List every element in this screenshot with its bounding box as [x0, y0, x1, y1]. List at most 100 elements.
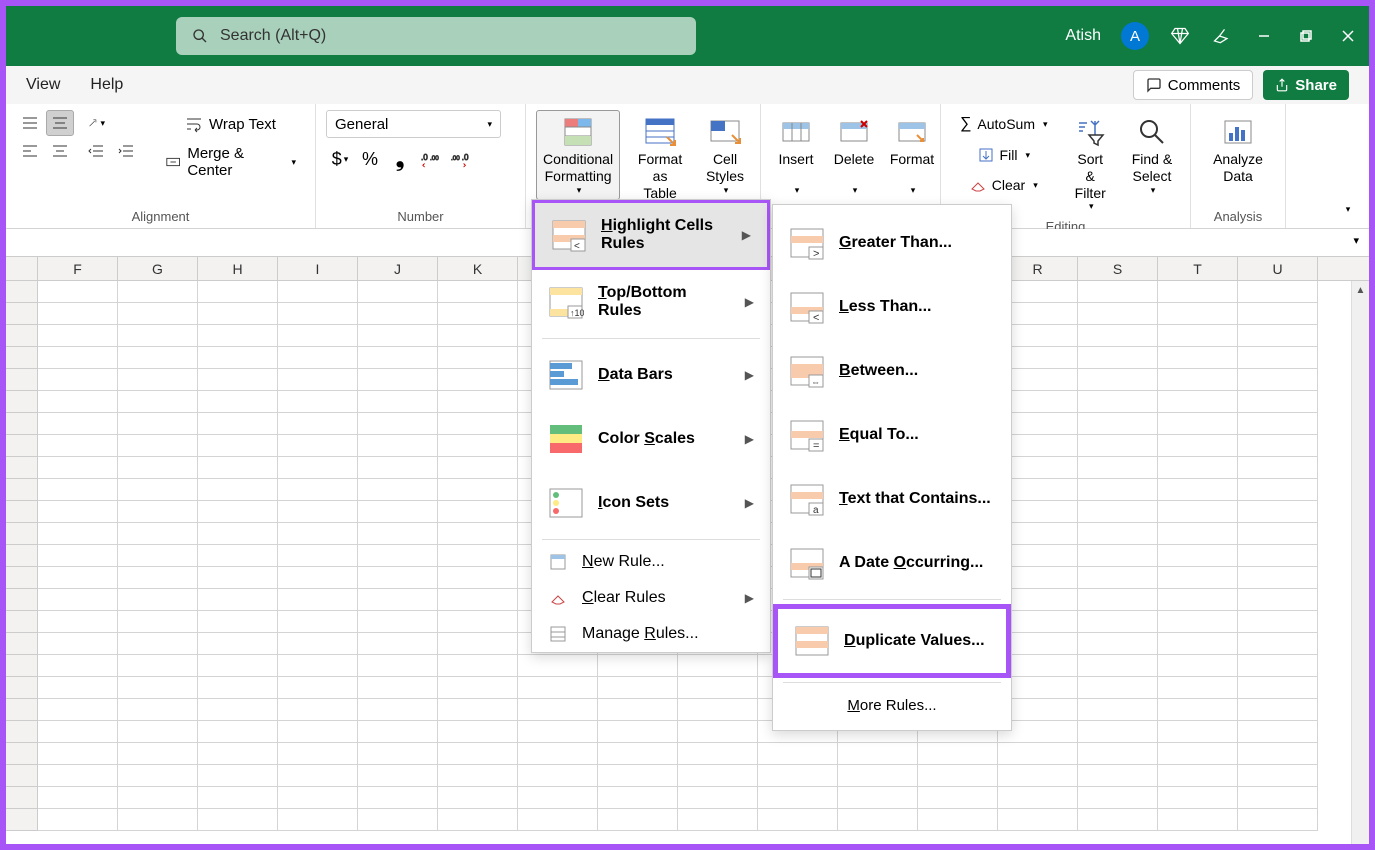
cell[interactable] — [118, 765, 198, 787]
decrease-indent-button[interactable] — [82, 138, 110, 164]
cell[interactable] — [438, 699, 518, 721]
cell[interactable] — [358, 699, 438, 721]
cell[interactable] — [38, 611, 118, 633]
cell[interactable] — [1078, 457, 1158, 479]
row-header[interactable] — [6, 633, 38, 655]
cell[interactable] — [678, 655, 758, 677]
cell[interactable] — [358, 567, 438, 589]
cell[interactable] — [118, 545, 198, 567]
cell[interactable] — [358, 369, 438, 391]
cell[interactable] — [278, 545, 358, 567]
cell[interactable] — [358, 413, 438, 435]
row-header[interactable] — [6, 303, 38, 325]
cell[interactable] — [678, 699, 758, 721]
manage-rules-item[interactable]: Manage Rules... — [532, 616, 770, 652]
cell[interactable] — [438, 611, 518, 633]
cell[interactable] — [1238, 457, 1318, 479]
cell-styles-button[interactable]: Cell Styles▾ — [700, 110, 750, 200]
cell[interactable] — [358, 721, 438, 743]
cell[interactable] — [1238, 633, 1318, 655]
cell[interactable] — [1238, 589, 1318, 611]
diamond-icon[interactable] — [1169, 25, 1191, 47]
cell[interactable] — [598, 765, 678, 787]
cell[interactable] — [1078, 677, 1158, 699]
cell[interactable] — [1238, 809, 1318, 831]
cell[interactable] — [918, 765, 998, 787]
cell[interactable] — [918, 743, 998, 765]
cell[interactable] — [198, 721, 278, 743]
cell[interactable] — [1238, 787, 1318, 809]
equal-to-item[interactable]: = Equal To... — [773, 403, 1011, 467]
cell[interactable] — [678, 809, 758, 831]
cell[interactable] — [1078, 809, 1158, 831]
delete-button[interactable]: Delete▾ — [829, 110, 879, 200]
color-scales-item[interactable]: Color Scales ▶ — [532, 407, 770, 471]
cell[interactable] — [278, 369, 358, 391]
cell[interactable] — [358, 347, 438, 369]
cell[interactable] — [278, 655, 358, 677]
cell[interactable] — [438, 501, 518, 523]
cell[interactable] — [1078, 347, 1158, 369]
cell[interactable] — [118, 303, 198, 325]
row-header[interactable] — [6, 677, 38, 699]
cell[interactable] — [1158, 391, 1238, 413]
cell[interactable] — [1238, 567, 1318, 589]
sort-filter-button[interactable]: Sort & Filter▾ — [1065, 110, 1116, 217]
cell[interactable] — [438, 787, 518, 809]
cell[interactable] — [438, 457, 518, 479]
cell[interactable] — [198, 611, 278, 633]
row-header[interactable] — [6, 347, 38, 369]
col-header[interactable]: T — [1158, 257, 1238, 280]
cell[interactable] — [38, 677, 118, 699]
cell[interactable] — [438, 633, 518, 655]
date-occurring-item[interactable]: A Date Occurring... — [773, 531, 1011, 595]
format-button[interactable]: Format▾ — [887, 110, 937, 200]
cell[interactable] — [358, 589, 438, 611]
cell[interactable] — [118, 391, 198, 413]
cell[interactable] — [1078, 721, 1158, 743]
cell[interactable] — [118, 809, 198, 831]
cell[interactable] — [1238, 281, 1318, 303]
cell[interactable] — [758, 743, 838, 765]
col-header[interactable]: U — [1238, 257, 1318, 280]
cell[interactable] — [38, 325, 118, 347]
cell[interactable] — [1158, 589, 1238, 611]
cell[interactable] — [278, 611, 358, 633]
cell[interactable] — [838, 765, 918, 787]
cell[interactable] — [918, 809, 998, 831]
cell[interactable] — [198, 391, 278, 413]
cell[interactable] — [38, 457, 118, 479]
increase-indent-button[interactable] — [112, 138, 140, 164]
cell[interactable] — [998, 743, 1078, 765]
cell[interactable] — [118, 347, 198, 369]
cell[interactable] — [38, 369, 118, 391]
cell[interactable] — [678, 765, 758, 787]
cell[interactable] — [1158, 655, 1238, 677]
cell[interactable] — [198, 501, 278, 523]
row-header[interactable] — [6, 479, 38, 501]
cell[interactable] — [358, 457, 438, 479]
cell[interactable] — [118, 611, 198, 633]
new-rule-item[interactable]: New Rule... — [532, 544, 770, 580]
cell[interactable] — [1078, 545, 1158, 567]
cell[interactable] — [118, 501, 198, 523]
cell[interactable] — [38, 413, 118, 435]
comments-button[interactable]: Comments — [1133, 70, 1254, 100]
row-header[interactable] — [6, 655, 38, 677]
cell[interactable] — [38, 567, 118, 589]
cell[interactable] — [118, 281, 198, 303]
cell[interactable] — [1158, 611, 1238, 633]
cell[interactable] — [1238, 545, 1318, 567]
row-header[interactable] — [6, 721, 38, 743]
cell[interactable] — [358, 677, 438, 699]
cell[interactable] — [678, 787, 758, 809]
cell[interactable] — [598, 655, 678, 677]
cell[interactable] — [1238, 479, 1318, 501]
tab-help[interactable]: Help — [90, 76, 123, 94]
cell[interactable] — [1238, 611, 1318, 633]
cell[interactable] — [598, 787, 678, 809]
cell[interactable] — [1158, 369, 1238, 391]
less-than-item[interactable]: < Less Than... — [773, 275, 1011, 339]
cell[interactable] — [1158, 699, 1238, 721]
cell[interactable] — [118, 369, 198, 391]
